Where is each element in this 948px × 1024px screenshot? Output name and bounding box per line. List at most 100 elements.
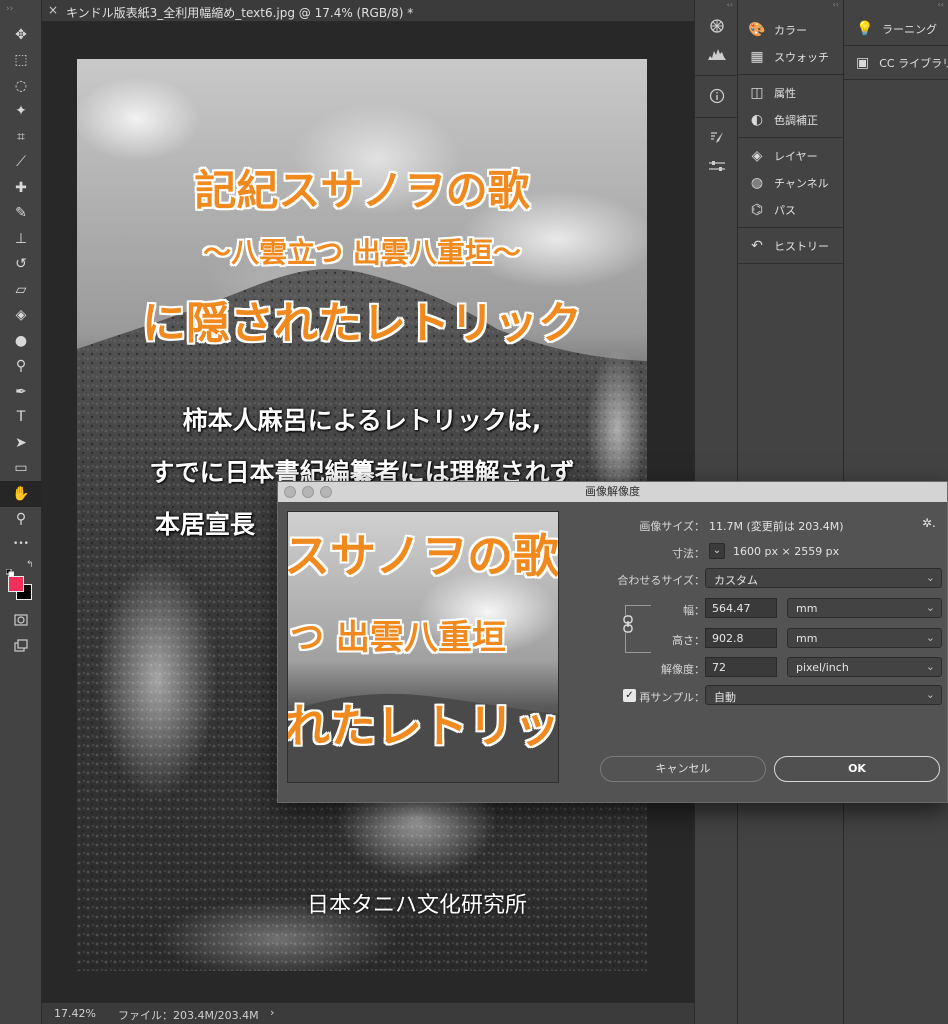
panel-item-layers[interactable]: ◈ レイヤー (738, 142, 843, 169)
dimensions-value: 1600 px × 2559 px (733, 545, 840, 558)
settings-gear-icon[interactable]: ✲. (922, 516, 936, 530)
dialog-title-bar[interactable]: 画像解像度 (278, 482, 947, 502)
panel-item-history[interactable]: ↶ ヒストリー (738, 232, 843, 259)
lightbulb-icon: 💡 (856, 20, 874, 37)
chevron-down-icon: ⌄ (925, 571, 935, 584)
cover-title-line2: ～八雲立つ 出雲八重垣～ (203, 236, 521, 269)
resolution-unit-value: pixel/inch (796, 661, 849, 674)
eraser-tool-icon[interactable]: ▱ (0, 277, 42, 303)
chevron-down-icon: ⌄ (925, 631, 935, 644)
screen-mode-icon[interactable] (0, 633, 42, 659)
chain-link-icon[interactable] (622, 615, 634, 633)
info-icon[interactable] (695, 82, 739, 110)
panel-item-learn[interactable]: 💡 ラーニング (844, 12, 948, 46)
clone-stamp-tool-icon[interactable]: ⊥ (0, 226, 42, 252)
panel-item-channels[interactable]: ◍ チャンネル (738, 169, 843, 196)
quick-mask-icon[interactable] (0, 608, 42, 634)
file-size-info: ファイル：203.4M/203.4M (118, 1009, 259, 1022)
image-size-value: 11.7M (変更前は 203.4M) (709, 520, 844, 533)
panel-item-label: レイヤー (774, 149, 818, 163)
cover-title-line1: 記紀スサノヲの歌 (194, 166, 530, 215)
zoom-window-button[interactable] (320, 486, 332, 498)
panel-group-layers: ◈ レイヤー ◍ チャンネル ⌬ パス (738, 138, 843, 228)
tools-panel: ›› ✥ ⬚ ◌ ✦ ⌗ ⟋ ✚ ✎ ⊥ ↺ ▱ ◈ ● ⚲ ✒ T ➤ ▭ ✋ ⚲ ••• ↰ (0, 0, 42, 1024)
resolution-input[interactable]: 72 (705, 657, 777, 677)
more-tools-icon[interactable]: ••• (0, 532, 42, 558)
dimensions-label: 寸法： (672, 547, 705, 560)
crop-tool-icon[interactable]: ⌗ (0, 124, 42, 150)
ok-button[interactable]: OK (774, 756, 940, 782)
paths-icon: ⌬ (750, 201, 764, 218)
image-preview[interactable]: スサノヲの歌 つ 出雲八重垣 れたレトリック (287, 511, 559, 783)
path-selection-tool-icon[interactable]: ➤ (0, 430, 42, 456)
palette-icon: 🎨 (748, 21, 766, 38)
panel-grip[interactable]: ›› (0, 0, 41, 22)
panel-grip[interactable]: ‹‹ (695, 0, 737, 12)
dialog-title: 画像解像度 (585, 485, 640, 498)
brush-tool-icon[interactable]: ✎ (0, 201, 42, 227)
move-tool-icon[interactable]: ✥ (0, 22, 42, 48)
properties-icon: ◫ (750, 84, 764, 101)
marquee-tool-icon[interactable]: ⬚ (0, 48, 42, 74)
close-window-button[interactable] (284, 486, 296, 498)
status-bar: 17.42% ファイル：203.4M/203.4M › (42, 1002, 694, 1024)
panel-grip[interactable]: ‹‹ (844, 0, 948, 12)
panel-grip[interactable]: ‹‹ (738, 0, 843, 12)
navigator-wheel-icon[interactable] (695, 12, 739, 40)
panel-item-swatches[interactable]: ▦ スウォッチ (738, 43, 843, 70)
blur-tool-icon[interactable]: ● (0, 328, 42, 354)
zoom-level[interactable]: 17.42% (54, 1007, 96, 1020)
preview-title-line2: つ 出雲八重垣 (290, 618, 506, 658)
image-size-dialog: 画像解像度 スサノヲの歌 つ 出雲八重垣 れたレトリック 画像サイズ： 11.7… (277, 481, 948, 803)
resample-select[interactable]: 自動 ⌄ (705, 685, 942, 705)
type-tool-icon[interactable]: T (0, 405, 42, 431)
histogram-icon[interactable] (695, 40, 739, 68)
library-icon: ▣ (856, 54, 870, 71)
swap-colors-icon[interactable]: ↰ (26, 560, 34, 570)
height-input[interactable]: 902.8 (705, 628, 777, 648)
pen-tool-icon[interactable]: ✒ (0, 379, 42, 405)
hand-tool-icon[interactable]: ✋ (0, 481, 42, 507)
width-input[interactable]: 564.47 (705, 598, 777, 618)
panel-item-color[interactable]: 🎨 カラー (738, 16, 843, 43)
dimensions-unit-chevron-icon[interactable]: ⌄ (709, 543, 725, 559)
chevron-down-icon: ⌄ (925, 660, 935, 673)
paint-bucket-tool-icon[interactable]: ◈ (0, 303, 42, 329)
status-menu-arrow[interactable]: › (270, 1006, 274, 1019)
resolution-unit-select[interactable]: pixel/inch ⌄ (787, 657, 942, 677)
tool-presets-icon[interactable] (695, 152, 739, 180)
panel-item-paths[interactable]: ⌬ パス (738, 196, 843, 223)
cancel-button[interactable]: キャンセル (600, 756, 766, 782)
default-colors-icon[interactable] (5, 562, 15, 577)
close-tab-icon[interactable]: × (48, 3, 58, 17)
eyedropper-tool-icon[interactable]: ⟋ (0, 150, 42, 176)
resample-checkbox[interactable]: ✓ (623, 689, 636, 702)
dodge-tool-icon[interactable]: ⚲ (0, 354, 42, 380)
healing-brush-tool-icon[interactable]: ✚ (0, 175, 42, 201)
panel-item-properties[interactable]: ◫ 属性 (738, 79, 843, 106)
document-tab[interactable]: × キンドル版表紙3_全利用幅縮め_text6.jpg @ 17.4% (RGB… (42, 0, 694, 22)
channels-icon: ◍ (750, 174, 764, 191)
panel-item-label: 色調補正 (774, 113, 818, 127)
rectangle-tool-icon[interactable]: ▭ (0, 456, 42, 482)
magic-wand-tool-icon[interactable]: ✦ (0, 99, 42, 125)
lasso-tool-icon[interactable]: ◌ (0, 73, 42, 99)
chevron-down-icon: ⌄ (925, 601, 935, 614)
history-brush-tool-icon[interactable]: ↺ (0, 252, 42, 278)
resolution-label: 解像度： (661, 663, 705, 676)
height-unit-select[interactable]: mm ⌄ (787, 628, 942, 648)
adjustments-icon: ◐ (750, 111, 764, 128)
zoom-tool-icon[interactable]: ⚲ (0, 507, 42, 533)
foreground-color[interactable] (8, 575, 24, 592)
panel-item-adjustments[interactable]: ◐ 色調補正 (738, 106, 843, 133)
brush-settings-icon[interactable] (695, 124, 739, 152)
document-tab-title: キンドル版表紙3_全利用幅縮め_text6.jpg @ 17.4% (RGB/8… (66, 6, 414, 20)
width-unit-select[interactable]: mm ⌄ (787, 598, 942, 618)
image-size-label: 画像サイズ： (639, 520, 705, 533)
chevron-down-icon: ⌄ (925, 688, 935, 701)
panel-item-label: ラーニング (882, 22, 937, 36)
minimize-window-button[interactable] (302, 486, 314, 498)
panel-item-cc-libraries[interactable]: ▣ CC ライブラリ (844, 46, 948, 80)
fit-to-select[interactable]: カスタム ⌄ (705, 568, 942, 588)
panel-item-label: パス (774, 203, 796, 217)
